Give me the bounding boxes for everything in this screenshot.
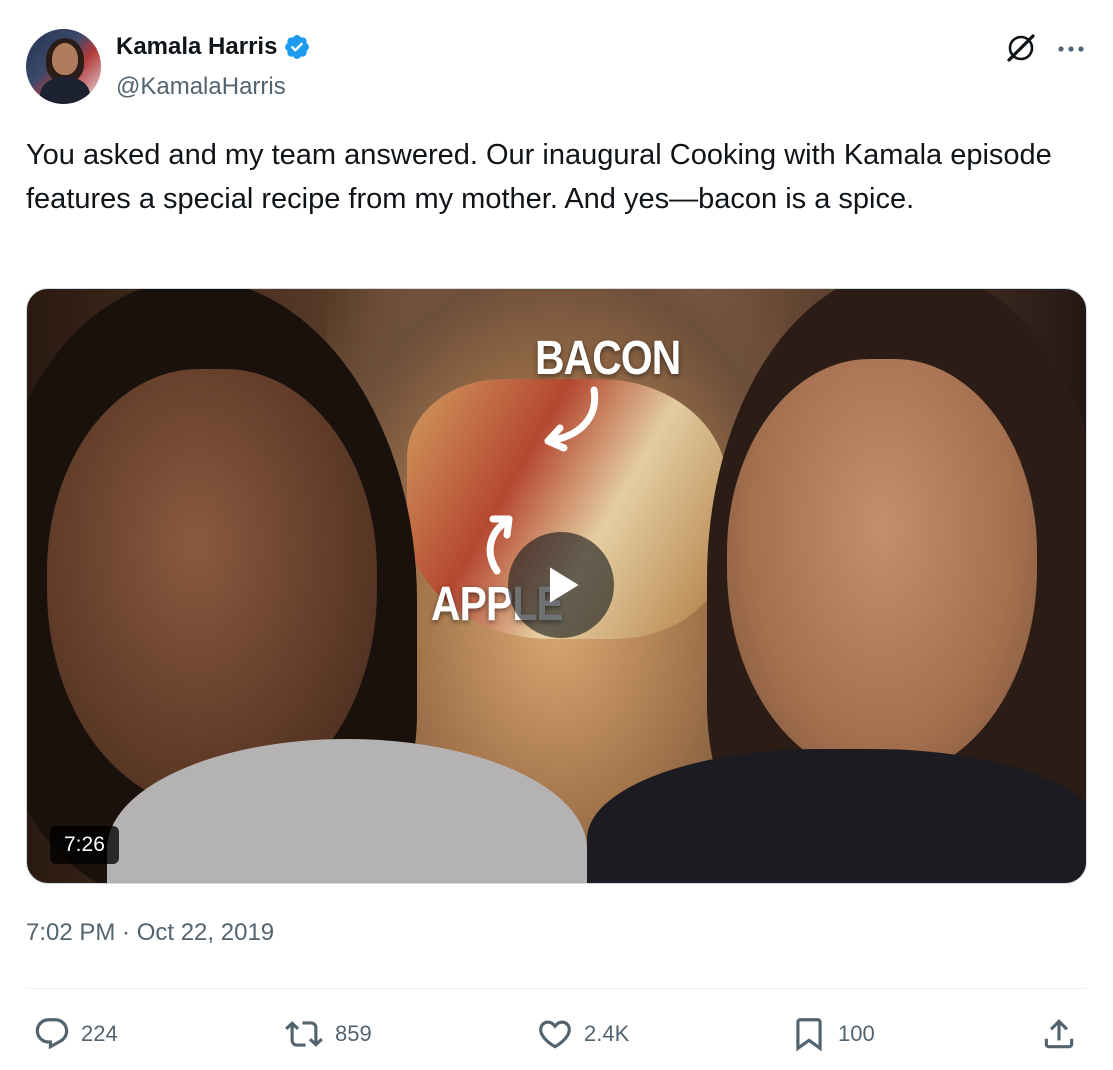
like-icon xyxy=(539,1020,571,1049)
author-handle[interactable]: @KamalaHarris xyxy=(116,73,286,101)
tweet-text: You asked and my team answered. Our inau… xyxy=(26,139,1060,215)
tweet: Kamala Harris @KamalaHarris You asked an… xyxy=(0,0,1113,1070)
grok-icon[interactable] xyxy=(1003,30,1039,66)
retweet-icon xyxy=(285,1021,323,1047)
verified-badge-icon[interactable] xyxy=(283,33,311,61)
author-display-name[interactable]: Kamala Harris xyxy=(116,33,277,61)
like-count: 2.4K xyxy=(584,1021,630,1046)
more-icon[interactable] xyxy=(1053,31,1089,67)
bookmark-icon xyxy=(796,1018,822,1052)
bookmark-count: 100 xyxy=(838,1021,875,1046)
share-icon xyxy=(1044,1019,1074,1049)
share-button[interactable] xyxy=(1040,1010,1078,1058)
reply-icon xyxy=(35,1018,69,1050)
divider xyxy=(26,988,1087,989)
avatar[interactable] xyxy=(26,29,101,104)
video-duration-badge: 7:26 xyxy=(50,826,119,864)
author-name-row: Kamala Harris xyxy=(116,33,311,61)
arrow-icon xyxy=(544,386,599,452)
reply-count: 224 xyxy=(81,1021,118,1046)
retweet-count: 859 xyxy=(335,1021,372,1046)
play-icon xyxy=(550,567,579,603)
overlay-label-bacon: BACON xyxy=(535,332,681,385)
retweet-button[interactable]: 859 xyxy=(283,1010,372,1058)
tweet-timestamp[interactable]: 7:02 PM · Oct 22, 2019 xyxy=(26,919,274,947)
reply-button[interactable]: 224 xyxy=(33,1010,118,1058)
video-player[interactable]: BACON APPLE 7:26 xyxy=(26,288,1087,884)
play-button[interactable] xyxy=(508,532,614,638)
like-button[interactable]: 2.4K xyxy=(536,1010,629,1058)
bookmark-button[interactable]: 100 xyxy=(790,1010,875,1058)
